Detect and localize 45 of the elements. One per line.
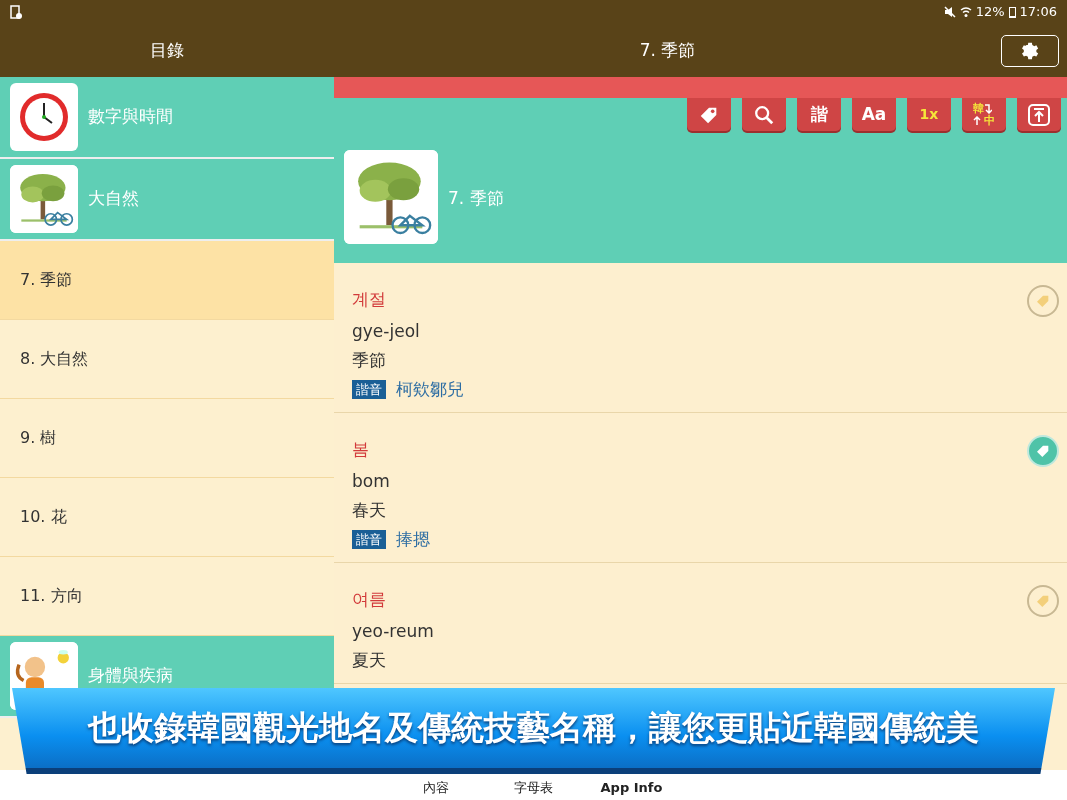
romanization: yeo-reum — [352, 620, 435, 643]
meaning: 季節 — [352, 349, 387, 372]
lesson-item[interactable]: 7. 季節 — [0, 241, 334, 320]
homophone-text: 捧摁 — [396, 528, 430, 551]
arrow-down-icon — [984, 103, 992, 114]
tag-button[interactable] — [687, 98, 731, 131]
romanization: bom — [352, 470, 391, 493]
toolbar-button[interactable]: 諧 — [797, 98, 841, 131]
battery-percent: 12% — [975, 3, 1005, 22]
nav-tab[interactable]: 字母表 — [484, 777, 583, 797]
search-icon — [753, 103, 775, 126]
meaning: 夏天 — [352, 649, 387, 672]
panel-title: 目錄 — [149, 38, 185, 62]
scroll-top-button[interactable] — [1017, 98, 1061, 131]
tag-icon — [1035, 593, 1051, 609]
language-swap-button[interactable]: 韓 中 — [962, 98, 1006, 131]
speed-button[interactable]: 1x — [907, 98, 951, 131]
toolbar-button[interactable]: Aa — [852, 98, 896, 131]
romanization: gye-jeol — [352, 320, 421, 343]
korean-word: 봄 — [352, 438, 369, 461]
lesson-title: 7. 季節 — [448, 187, 504, 210]
category-label: 數字與時間 — [88, 105, 173, 129]
scroll-top-icon — [1027, 102, 1051, 127]
settings-button[interactable] — [1001, 34, 1059, 67]
promo-toast: 也收錄韓國觀光地名及傳統技藝名稱，讓您更貼近韓國傳統美 — [12, 688, 1055, 774]
tag-icon — [1035, 293, 1051, 309]
wifi-icon — [959, 6, 972, 18]
nav-tab[interactable]: App Info — [582, 777, 681, 797]
meaning: 春天 — [352, 499, 387, 522]
homophone-label: 諧音 — [352, 380, 386, 399]
notification-icon — [10, 5, 22, 19]
nav-tab[interactable]: 內容 — [386, 777, 485, 797]
category-label: 身體與疾病 — [88, 664, 173, 688]
korean-word: 계절 — [352, 288, 386, 311]
homophone-text: 柯欸鄒兒 — [396, 378, 464, 401]
page-title: 7. 季節 — [638, 38, 697, 62]
korean-word: 여름 — [352, 588, 386, 611]
clock-time: 17:06 — [1019, 3, 1057, 22]
arrow-up-icon — [973, 115, 981, 126]
homophone-label: 諧音 — [352, 530, 386, 549]
category-label: 大自然 — [88, 187, 139, 211]
mute-icon — [943, 6, 956, 18]
battery-icon — [1008, 6, 1016, 18]
search-button[interactable] — [742, 98, 786, 131]
tag-icon — [1035, 443, 1051, 459]
